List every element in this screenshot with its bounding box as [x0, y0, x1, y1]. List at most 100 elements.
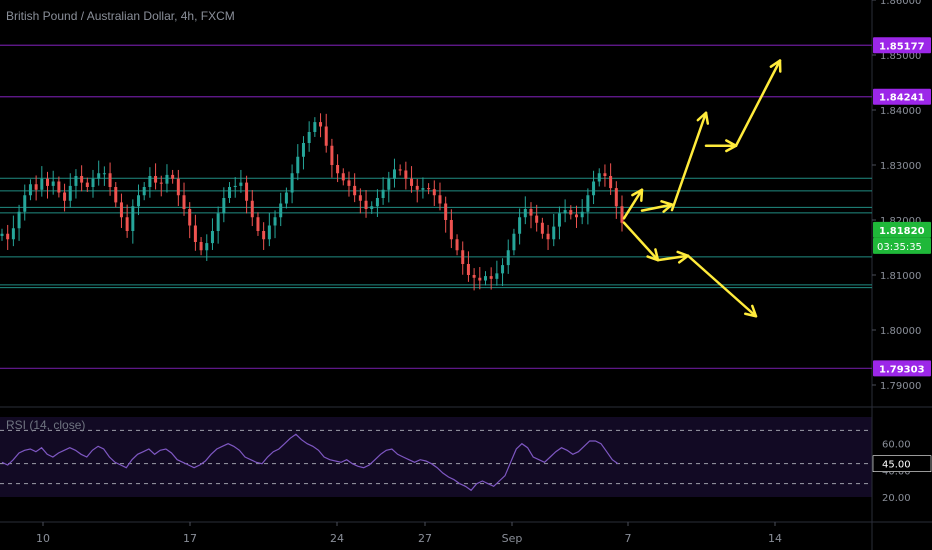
candle-body [415, 185, 419, 190]
candle-body [11, 228, 15, 240]
candle-body [119, 202, 123, 218]
candle-body [296, 156, 300, 174]
candle-body [85, 182, 89, 187]
chart-canvas[interactable]: 1.860001.850001.840001.830001.820001.810… [0, 0, 932, 550]
candle-body [131, 206, 135, 231]
candle-body [68, 185, 72, 201]
candle-body [535, 215, 539, 223]
rsi-marker-label: 45.00 [882, 460, 911, 471]
candle-body [313, 122, 317, 132]
price-tick-label: 1.79000 [880, 381, 921, 392]
candle-body [17, 211, 21, 229]
candle-body [91, 178, 95, 187]
candle-body [330, 145, 334, 165]
candle-body [114, 187, 118, 203]
candle-body [262, 231, 266, 240]
candle-body [250, 200, 254, 218]
candle-body [518, 217, 522, 234]
candle-body [97, 173, 101, 179]
candle-body [159, 182, 163, 184]
candle-body [233, 185, 237, 187]
candle-body [597, 173, 601, 182]
candle-body [495, 273, 499, 279]
candle-body [614, 188, 618, 207]
rsi-band [0, 417, 872, 497]
candle-body [188, 209, 192, 226]
candle-body [245, 182, 249, 201]
candle-body [137, 195, 141, 207]
candle-body [398, 169, 402, 171]
time-tick-label: Sep [502, 532, 523, 545]
candle-body [472, 275, 476, 278]
candle-body [125, 217, 129, 231]
candle-body [381, 189, 385, 198]
rsi-tick-label: 60.00 [882, 440, 911, 451]
candle-body [404, 170, 408, 179]
price-tick-label: 1.80000 [880, 326, 921, 337]
candle-body [267, 225, 271, 240]
candle-body [193, 225, 197, 242]
price-tag-label: 1.79303 [879, 364, 925, 375]
candle-body [483, 276, 487, 281]
candle-body [444, 203, 448, 220]
rsi-label: RSI (14, close) [6, 418, 86, 432]
price-tag-label: 1.84241 [879, 93, 925, 104]
time-tick-label: 27 [418, 532, 432, 545]
candle-body [449, 220, 453, 240]
candle-body [40, 178, 44, 190]
candle-body [552, 226, 556, 240]
candle-body [23, 195, 27, 212]
candle-body [6, 233, 10, 240]
candle-body [324, 126, 328, 146]
candle-body [205, 243, 209, 251]
candle-body [347, 180, 351, 186]
candle-body [427, 188, 431, 190]
candle-body [0, 233, 4, 236]
candle-body [620, 206, 624, 223]
candle-body [603, 173, 607, 176]
candle-body [523, 209, 527, 218]
candle-body [461, 250, 465, 264]
candle-body [370, 206, 374, 209]
candle-body [301, 143, 305, 157]
candle-body [580, 211, 584, 218]
candle-body [273, 217, 277, 226]
candle-body [256, 217, 260, 231]
candle-body [57, 181, 61, 193]
candle-body [63, 192, 67, 201]
candle-body [569, 210, 573, 215]
time-tick-label: 7 [625, 532, 632, 545]
candle-body [466, 264, 470, 275]
candle-body [438, 195, 442, 204]
candle-body [375, 198, 379, 207]
candle-body [478, 277, 482, 281]
candle-body [529, 209, 533, 216]
price-tag-label: 1.85177 [879, 41, 925, 52]
candle-body [501, 265, 505, 274]
candle-body [421, 188, 425, 190]
candle-body [154, 176, 158, 183]
candle-body [142, 187, 146, 196]
candle-body [176, 178, 180, 196]
candle-body [199, 242, 203, 251]
candle-body [102, 173, 106, 175]
candle-body [148, 176, 152, 187]
price-tag-label: 1.81820 [879, 226, 925, 237]
candle-body [609, 176, 613, 189]
candle-body [489, 276, 493, 279]
candle-body [506, 250, 510, 266]
candle-body [222, 198, 226, 214]
candle-body [387, 178, 391, 190]
candle-body [80, 176, 84, 183]
candle-body [28, 184, 32, 196]
candle-body [455, 239, 459, 251]
candle-body [307, 132, 311, 143]
time-tick-label: 24 [330, 532, 344, 545]
candle-body [51, 181, 55, 186]
candle-body [290, 173, 294, 193]
candle-body [353, 185, 357, 196]
price-tick-label: 1.84000 [880, 106, 921, 117]
candle-body [341, 173, 345, 181]
price-tick-label: 1.83000 [880, 161, 921, 172]
candle-body [46, 178, 50, 186]
